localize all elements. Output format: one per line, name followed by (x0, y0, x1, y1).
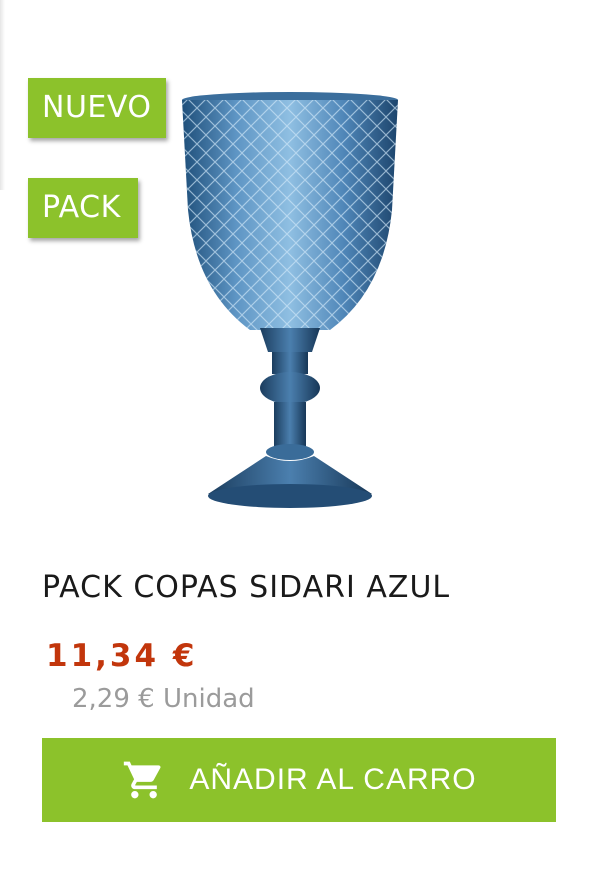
cart-icon (124, 761, 161, 799)
product-image[interactable] (170, 90, 410, 520)
unit-price: 2,29 € Unidad (72, 684, 255, 714)
badge-pack: PACK (28, 178, 138, 238)
badge-new: NUEVO (28, 78, 166, 138)
product-price: 11,34 € (46, 638, 198, 674)
product-title[interactable]: PACK COPAS SIDARI AZUL (42, 570, 582, 605)
add-to-cart-button[interactable]: AÑADIR AL CARRO (42, 738, 556, 822)
add-to-cart-label: AÑADIR AL CARRO (189, 763, 477, 796)
page-edge-shadow (0, 0, 5, 190)
